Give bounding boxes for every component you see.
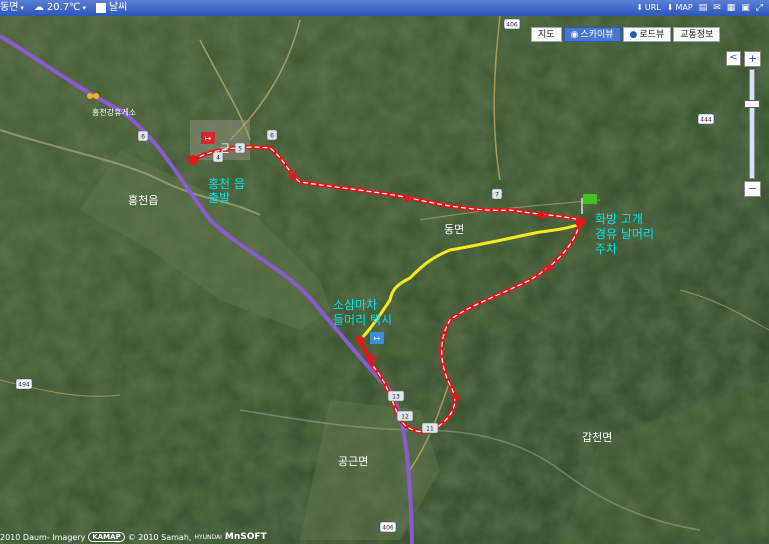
end-marker[interactable] [575, 217, 585, 227]
route-shield-label: 12 [401, 414, 409, 421]
pin-icon: ● [629, 30, 638, 40]
print-icon[interactable]: ▤ [699, 0, 708, 16]
route-shield-label: 13 [392, 394, 400, 401]
start-flag-icon[interactable]: ↦ [201, 132, 215, 144]
mnsoft-logo: MnSOFT [224, 532, 267, 542]
place-label-gun: 군 [220, 142, 230, 155]
weather-checkbox[interactable] [95, 3, 106, 13]
fullscreen-icon[interactable]: ⤢ [756, 0, 763, 16]
label-end-line2: 경유 날머리 [595, 227, 654, 241]
tab-map-label: 지도 [538, 30, 555, 40]
zoom-in-button[interactable]: + [744, 51, 761, 67]
route-shield-label: 11 [426, 426, 434, 433]
label-entry-line2: 들머리 택시 [333, 313, 392, 327]
tab-map[interactable]: 지도 [531, 27, 562, 42]
plus-icon: + [747, 52, 758, 65]
tab-skyview[interactable]: ◉ 스카이뷰 [563, 27, 621, 42]
minus-icon: − [747, 182, 758, 195]
map-label: MAP [675, 3, 693, 12]
place-label-dongmyeon: 동면 [444, 223, 464, 236]
label-end-line1: 화방 고개 [595, 212, 643, 226]
download-icon: ⬇ [636, 3, 643, 12]
route-shield-label: 5 [238, 146, 242, 153]
route-shield-label: 406 [382, 525, 394, 532]
tab-skyview-label: 스카이뷰 [580, 30, 614, 40]
weather-temp: 20.7℃ [46, 2, 81, 13]
route-shield-label: 4 [216, 155, 220, 162]
mail-icon[interactable]: ✉ [713, 0, 721, 16]
zoom-slider[interactable] [744, 69, 760, 179]
tab-traffic[interactable]: 교통정보 [673, 27, 721, 42]
place-label-gonggeun: 공근면 [338, 455, 368, 468]
pan-left-button[interactable]: < [726, 51, 741, 66]
url-button[interactable]: ⬇ URL [636, 0, 661, 16]
tab-roadview[interactable]: ● 로드뷰 [622, 27, 672, 42]
taxi-flag-icon[interactable]: ↦ [370, 332, 384, 344]
samah-credit: © 2010 Samah, [127, 532, 192, 542]
hyundai-credit: HYUNDAI [194, 533, 222, 541]
entry-marker[interactable] [356, 336, 364, 344]
save-icon[interactable]: ▣ [741, 0, 750, 16]
chevron-down-icon: ▾ [20, 4, 24, 12]
imagery-credit: 2010 Daum- Imagery [0, 532, 86, 542]
zoom-out-button[interactable]: − [744, 181, 761, 197]
tab-roadview-label: 로드뷰 [639, 30, 665, 40]
weather-caret: ▾ [82, 4, 86, 12]
label-start-line1: 홍천 읍 [208, 176, 245, 191]
area-selector[interactable]: 동면 ▾ [0, 0, 24, 16]
area-name: 동면 [0, 2, 19, 13]
label-start-line2: 출발 [208, 191, 230, 205]
weather-widget[interactable]: ☁ 20.7℃ ▾ [34, 0, 86, 16]
chevron-left-icon: < [729, 52, 738, 63]
weather-toggle[interactable]: 날씨 [95, 0, 128, 16]
route-shield-label: 6 [141, 134, 145, 141]
top-toolbar: 동면 ▾ ☁ 20.7℃ ▾ 날씨 ⬇ URL ⬇ MAP ▤ ✉ ▦ ▣ ⤢ [0, 0, 769, 16]
cloud-icon: ☁ [33, 2, 44, 13]
zoom-slider-handle[interactable] [744, 100, 760, 108]
route-shield-label: 406 [506, 22, 518, 29]
tab-traffic-label: 교통정보 [680, 30, 714, 40]
url-label: URL [644, 3, 661, 12]
map-footer: 2010 Daum- Imagery KAMAP © 2010 Samah, H… [0, 532, 270, 542]
label-entry-line1: 소삼마차 [333, 298, 377, 312]
route-shield-label: 6 [270, 133, 274, 140]
route-shield-label: 7 [495, 192, 499, 199]
place-label-hongcheon: 홍천읍 [128, 193, 158, 207]
place-label-gapcheon: 갑천면 [582, 430, 612, 444]
route-shield-label: 494 [18, 382, 30, 389]
map-button[interactable]: ⬇ MAP [667, 0, 693, 16]
weather-checkbox-label: 날씨 [108, 2, 128, 13]
label-end-line3: 주차 [595, 242, 617, 256]
map-type-tabs: 지도 ◉ 스카이뷰 ● 로드뷰 교통정보 [531, 27, 722, 42]
start-marker[interactable] [188, 155, 198, 165]
place-label-rest-area: 홍천강휴게소 [92, 107, 136, 117]
bookmark-icon[interactable]: ▦ [727, 0, 736, 16]
satellite-map[interactable]: ↦ ↦ 6 5 4 6 7 13 12 11 406 494 444 406 홍천강휴게소 홍천읍 동… [0, 0, 769, 544]
route-shield-label: 444 [700, 117, 712, 124]
svg-text:↦: ↦ [374, 334, 381, 343]
kamap-logo: KAMAP [88, 532, 125, 542]
eye-icon: ◉ [570, 30, 579, 40]
download-icon: ⬇ [666, 3, 674, 12]
zoom-control: + − [744, 51, 761, 199]
svg-text:↦: ↦ [205, 134, 212, 143]
